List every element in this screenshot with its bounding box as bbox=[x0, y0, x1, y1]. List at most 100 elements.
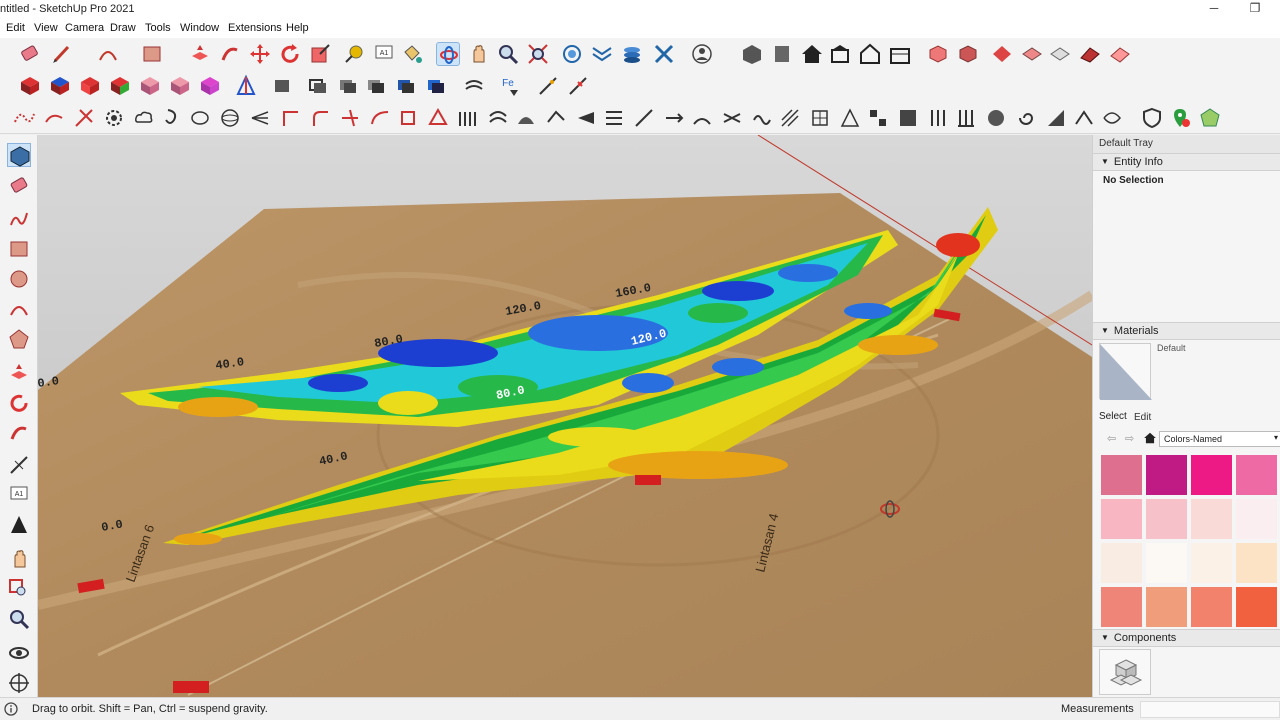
edge-style-icon[interactable] bbox=[536, 74, 560, 98]
tiles-icon[interactable] bbox=[866, 106, 890, 130]
material-swatch[interactable] bbox=[1191, 455, 1232, 495]
hatch-icon[interactable] bbox=[778, 106, 802, 130]
eraser-icon[interactable] bbox=[7, 173, 31, 197]
shell-icon[interactable] bbox=[188, 106, 212, 130]
menu-tools[interactable]: Tools bbox=[145, 22, 171, 34]
material-swatch[interactable] bbox=[1191, 587, 1232, 627]
shaded-textures-icon[interactable] bbox=[394, 74, 418, 98]
components-header[interactable]: ▼ Components bbox=[1093, 629, 1280, 647]
measurements-input[interactable] bbox=[1140, 701, 1280, 718]
material-swatch[interactable] bbox=[1146, 587, 1187, 627]
material-preview[interactable] bbox=[1099, 343, 1152, 400]
look-around-icon[interactable] bbox=[7, 641, 31, 665]
material-swatch[interactable] bbox=[1101, 499, 1142, 539]
fan-icon[interactable] bbox=[248, 106, 272, 130]
sandbox-icon[interactable] bbox=[590, 42, 614, 66]
menu-draw[interactable]: Draw bbox=[110, 22, 136, 34]
radial-array-icon[interactable] bbox=[954, 106, 978, 130]
wave-icon[interactable] bbox=[750, 106, 774, 130]
sweep-icon[interactable] bbox=[514, 106, 538, 130]
corner-icon[interactable] bbox=[278, 106, 302, 130]
solid-tools-icon[interactable] bbox=[926, 42, 950, 66]
fog-icon[interactable]: Fe bbox=[496, 74, 520, 98]
profile-style-icon[interactable] bbox=[566, 74, 590, 98]
bottom-face-icon[interactable] bbox=[198, 74, 222, 98]
trim-icon[interactable] bbox=[1078, 42, 1102, 66]
axes-icon[interactable] bbox=[7, 513, 31, 537]
component-preview[interactable] bbox=[1099, 649, 1151, 695]
curve-tool-icon[interactable] bbox=[12, 106, 36, 130]
follow-me-icon[interactable] bbox=[7, 421, 31, 445]
tape-measure-icon[interactable] bbox=[7, 453, 31, 477]
grid-icon[interactable] bbox=[602, 106, 626, 130]
rectangle-icon[interactable] bbox=[7, 237, 31, 261]
offset-icon[interactable] bbox=[368, 106, 392, 130]
info-icon[interactable] bbox=[3, 701, 19, 717]
monochrome-icon[interactable] bbox=[424, 74, 448, 98]
right-face-icon[interactable] bbox=[108, 74, 132, 98]
drawing-viewport[interactable]: 0.0 40.0 80.0 120.0 160.0 0.0 40.0 80.0 … bbox=[38, 135, 1092, 697]
menu-view[interactable]: View bbox=[34, 22, 58, 34]
menu-help[interactable]: Help bbox=[286, 22, 309, 34]
material-swatch[interactable] bbox=[1101, 455, 1142, 495]
right-view-icon[interactable] bbox=[858, 42, 882, 66]
material-swatch[interactable] bbox=[1101, 543, 1142, 583]
bend-icon[interactable] bbox=[690, 106, 714, 130]
freehand-icon[interactable] bbox=[7, 207, 31, 231]
tape-measure-icon[interactable] bbox=[342, 42, 366, 66]
material-swatch[interactable] bbox=[1236, 455, 1277, 495]
material-swatch[interactable] bbox=[1146, 499, 1187, 539]
cloud-icon[interactable] bbox=[132, 106, 156, 130]
text-icon[interactable]: A1 bbox=[372, 42, 396, 66]
arc-icon[interactable] bbox=[7, 297, 31, 321]
loft-icon[interactable] bbox=[456, 106, 480, 130]
scale-icon[interactable] bbox=[308, 42, 332, 66]
xray-icon[interactable] bbox=[270, 74, 294, 98]
move-icon[interactable] bbox=[248, 42, 272, 66]
front-view-icon[interactable] bbox=[828, 42, 852, 66]
iso-view-icon[interactable] bbox=[18, 74, 42, 98]
mesh-icon[interactable] bbox=[808, 106, 832, 130]
zoom-icon[interactable] bbox=[496, 42, 520, 66]
lathe-icon[interactable] bbox=[396, 106, 420, 130]
material-swatch[interactable] bbox=[1236, 543, 1277, 583]
subtract-icon[interactable] bbox=[1048, 42, 1072, 66]
minimize-button[interactable]: ─ bbox=[1200, 1, 1228, 19]
top-view-icon[interactable] bbox=[48, 74, 72, 98]
soften-icon[interactable] bbox=[1100, 106, 1124, 130]
entity-info-header[interactable]: ▼ Entity Info bbox=[1093, 153, 1280, 171]
follow-me-icon[interactable] bbox=[218, 42, 242, 66]
forward-arrow-icon[interactable]: ⇨ bbox=[1125, 432, 1134, 445]
hook-icon[interactable] bbox=[160, 106, 184, 130]
wireframe-icon[interactable] bbox=[306, 74, 330, 98]
chamfer-icon[interactable] bbox=[338, 106, 362, 130]
curve-edit-icon[interactable] bbox=[42, 106, 66, 130]
menu-edit[interactable]: Edit bbox=[6, 22, 25, 34]
skin-icon[interactable] bbox=[486, 106, 510, 130]
split-icon[interactable] bbox=[1108, 42, 1132, 66]
text-icon[interactable]: A1 bbox=[7, 483, 31, 507]
layers-icon[interactable] bbox=[620, 42, 644, 66]
rectangle-icon[interactable] bbox=[140, 42, 164, 66]
rotate-icon[interactable] bbox=[278, 42, 302, 66]
zoom-extents-icon[interactable] bbox=[526, 42, 550, 66]
polygon-icon[interactable] bbox=[7, 327, 31, 351]
material-swatch[interactable] bbox=[1191, 499, 1232, 539]
left-face-icon[interactable] bbox=[168, 74, 192, 98]
project-icon[interactable] bbox=[574, 106, 598, 130]
shield-icon[interactable] bbox=[1140, 106, 1164, 130]
extrude-icon[interactable] bbox=[426, 106, 450, 130]
pattern-icon[interactable] bbox=[896, 106, 920, 130]
shaded-icon[interactable] bbox=[364, 74, 388, 98]
fillet-icon[interactable] bbox=[308, 106, 332, 130]
front-face-icon[interactable] bbox=[78, 74, 102, 98]
menu-extensions[interactable]: Extensions bbox=[228, 22, 282, 34]
terrain-icon[interactable] bbox=[1198, 106, 1222, 130]
account-icon[interactable] bbox=[690, 42, 714, 66]
union-icon[interactable] bbox=[1020, 42, 1044, 66]
triangulate-icon[interactable] bbox=[838, 106, 862, 130]
home-icon[interactable] bbox=[1143, 431, 1157, 445]
perspective-icon[interactable] bbox=[234, 74, 258, 98]
eraser-icon[interactable] bbox=[18, 42, 42, 66]
location-icon[interactable] bbox=[1168, 106, 1192, 130]
